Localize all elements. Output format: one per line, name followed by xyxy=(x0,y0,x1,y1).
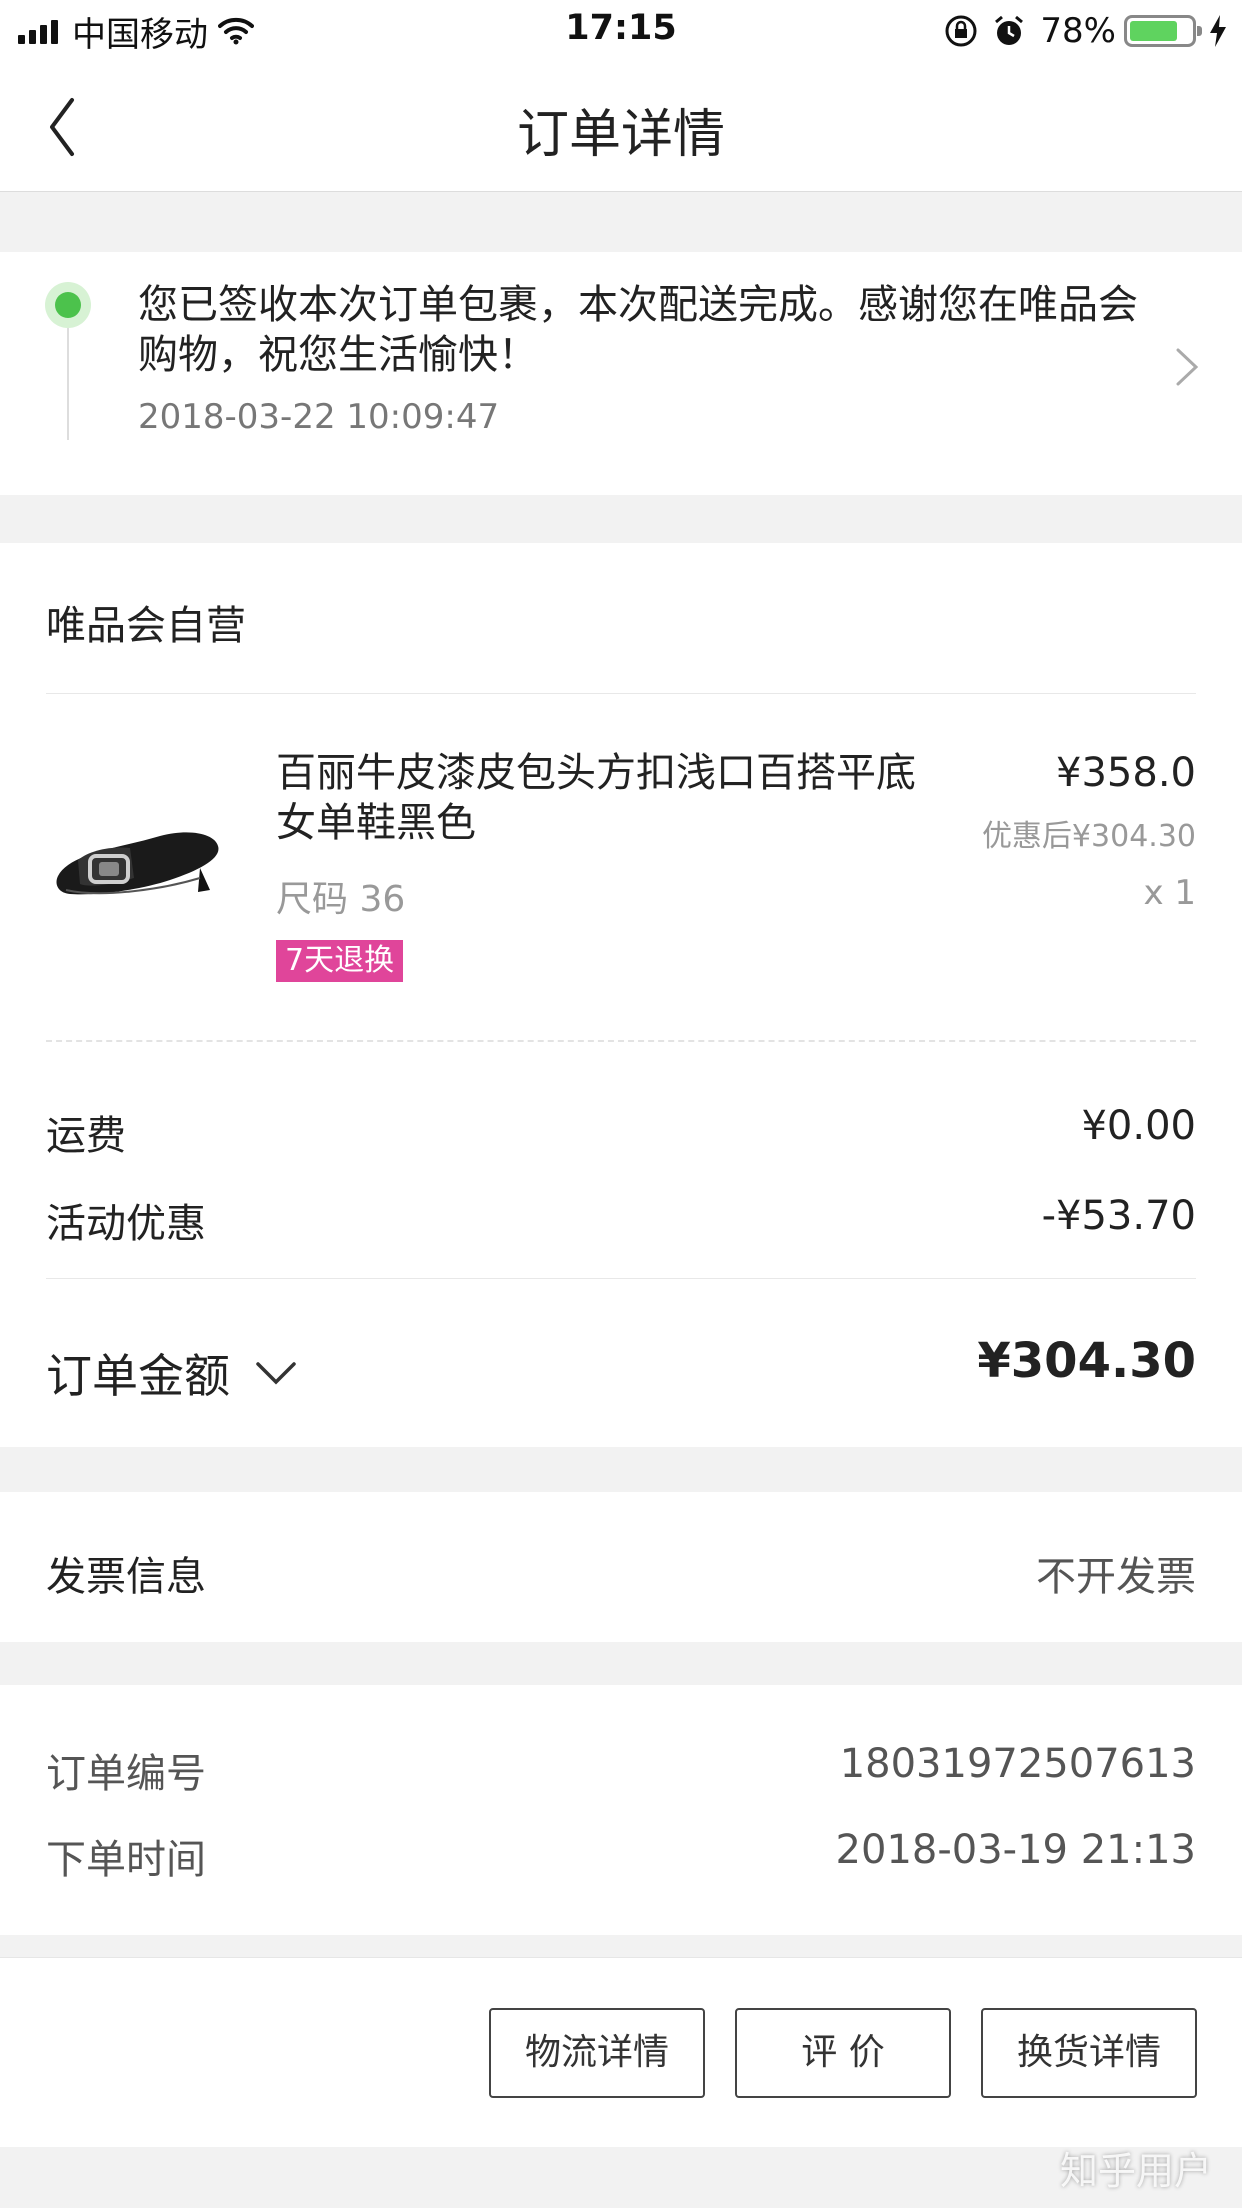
battery-percent: 78% xyxy=(1040,11,1116,51)
product-price-after-discount: 优惠后¥304.30 xyxy=(981,819,1196,854)
divider xyxy=(46,693,1196,694)
order-time: 2018-03-19 21:13 xyxy=(835,1827,1196,1873)
battery-icon xyxy=(1124,15,1202,47)
invoice-panel[interactable]: 发票信息 不开发票 xyxy=(0,1492,1242,1642)
order-number[interactable]: 18031972507613 xyxy=(840,1741,1196,1787)
shipping-label: 运费 xyxy=(46,1113,126,1159)
orientation-lock-icon xyxy=(945,15,977,47)
tracking-panel[interactable]: 您已签收本次订单包裹，本次配送完成。感谢您在唯品会购物，祝您生活愉快！ 2018… xyxy=(0,252,1242,495)
divider xyxy=(46,1278,1196,1279)
discount-label: 活动优惠 xyxy=(46,1201,206,1247)
chevron-down-icon xyxy=(256,1362,296,1385)
store-name: 唯品会自营 xyxy=(46,603,246,649)
tracking-status-dot xyxy=(45,282,91,328)
product-price: ¥358.0 xyxy=(1056,750,1196,796)
tracking-message: 您已签收本次订单包裹，本次配送完成。感谢您在唯品会购物，祝您生活愉快！ xyxy=(138,282,1138,378)
order-total-toggle[interactable]: 订单金额 xyxy=(46,1340,298,1406)
invoice-label: 发票信息 xyxy=(46,1554,206,1600)
order-panel: 唯品会自营 百丽牛皮漆皮包头方扣浅口百搭平底女单鞋黑色 ¥358.0 优惠后¥3… xyxy=(0,543,1242,1447)
chevron-right-icon[interactable] xyxy=(1172,342,1202,392)
charging-icon xyxy=(1210,15,1226,47)
action-bar: 物流详情 评 价 换货详情 xyxy=(0,1957,1242,2147)
product-name[interactable]: 百丽牛皮漆皮包头方扣浅口百搭平底女单鞋黑色 xyxy=(276,748,946,848)
order-total-label: 订单金额 xyxy=(46,1349,230,1403)
alarm-icon xyxy=(995,15,1024,45)
product-shoe-image[interactable] xyxy=(50,798,230,908)
exchange-details-button[interactable]: 换货详情 xyxy=(981,2008,1197,2098)
product-size: 尺码 36 xyxy=(276,879,406,920)
order-number-label: 订单编号 xyxy=(46,1751,206,1797)
status-bar: 中国移动 17:15 78% xyxy=(0,0,1242,62)
product-quantity: x 1 xyxy=(1143,873,1196,913)
order-total-value: ¥304.30 xyxy=(977,1333,1196,1389)
page-title: 订单详情 xyxy=(516,105,725,165)
logistics-details-button[interactable]: 物流详情 xyxy=(489,2008,705,2098)
shipping-value: ¥0.00 xyxy=(1081,1103,1196,1149)
tracking-time: 2018-03-22 10:09:47 xyxy=(138,397,500,437)
watermark: 知乎用户 xyxy=(1059,2149,1212,2193)
order-info-panel: 订单编号 18031972507613 下单时间 2018-03-19 21:1… xyxy=(0,1685,1242,1935)
return-policy-badge: 7天退换 xyxy=(276,940,404,982)
invoice-value: 不开发票 xyxy=(1036,1554,1196,1600)
nav-bar: 订单详情 xyxy=(0,62,1242,192)
order-time-label: 下单时间 xyxy=(46,1837,206,1883)
dashed-divider xyxy=(46,1040,1196,1042)
review-button[interactable]: 评 价 xyxy=(735,2008,951,2098)
discount-value: -¥53.70 xyxy=(1041,1193,1196,1239)
battery-fill xyxy=(1130,21,1177,41)
tracking-timeline xyxy=(67,328,69,440)
